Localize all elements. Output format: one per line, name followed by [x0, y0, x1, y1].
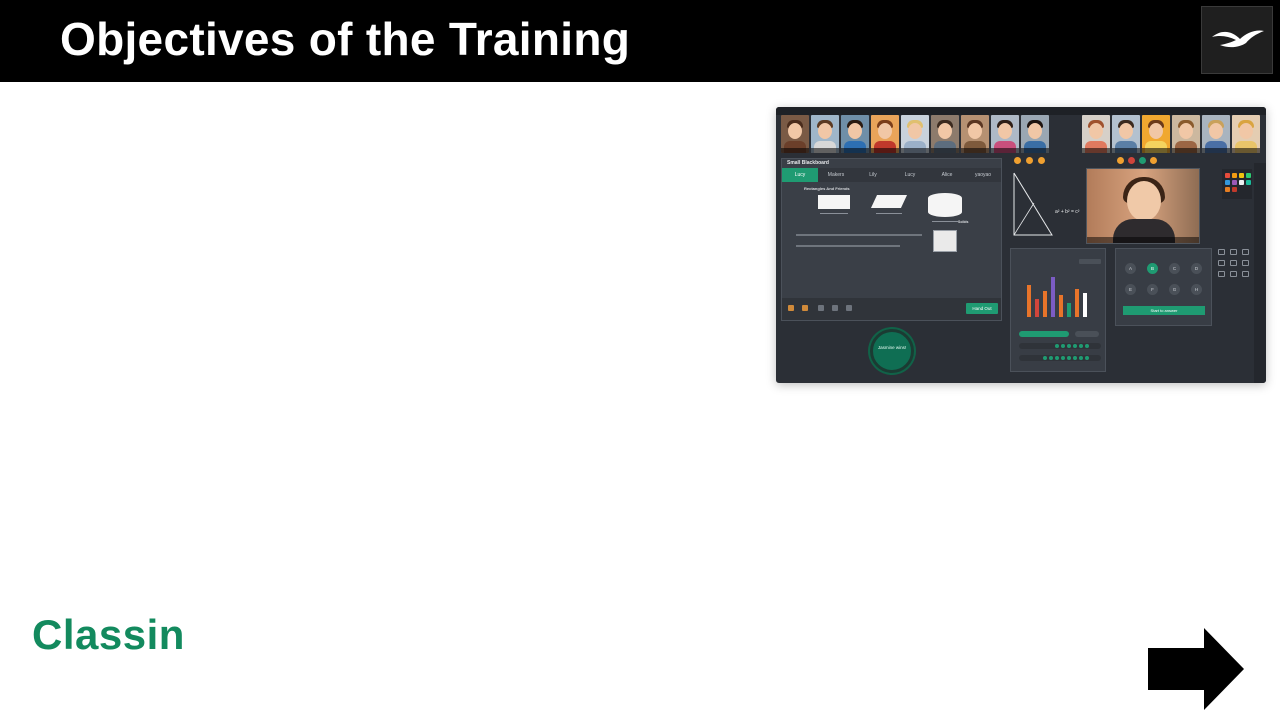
reward-icon[interactable] — [1038, 157, 1045, 164]
tab-lily[interactable]: Lily — [855, 168, 891, 182]
tool-icon[interactable] — [1242, 249, 1249, 255]
chart-bar — [1075, 289, 1079, 317]
option-a[interactable]: A — [1125, 263, 1136, 274]
hand-out-button[interactable]: Hand Out — [966, 303, 998, 314]
option-d[interactable]: D — [1191, 263, 1202, 274]
student-avatar — [871, 115, 899, 153]
cylinder-shape — [928, 193, 962, 217]
option-f[interactable]: F — [1147, 284, 1158, 295]
classroom-screenshot: Small Blackboard Lucy Makers Lily Lucy A… — [776, 107, 1266, 383]
tool-icon[interactable] — [1230, 260, 1237, 266]
chart-bar — [1043, 291, 1047, 317]
cube-shape — [933, 230, 957, 252]
tool-icon[interactable] — [1218, 271, 1225, 277]
right-toolbar — [1254, 163, 1266, 383]
blackboard-toolbar: Hand Out — [782, 298, 1001, 320]
reward-icon[interactable] — [1014, 157, 1021, 164]
small-blackboard-panel: Small Blackboard Lucy Makers Lily Lucy A… — [781, 158, 1002, 321]
tool-icon[interactable] — [1218, 249, 1225, 255]
control-icon[interactable] — [1139, 157, 1146, 164]
details-button[interactable] — [1079, 259, 1101, 264]
student-video — [1086, 168, 1200, 244]
chart-bar — [1035, 299, 1039, 317]
blackboard-canvas: Rectangles And Friends Solids — [782, 183, 1001, 298]
statistics-panel — [1010, 248, 1106, 372]
right-triangle-diagram — [1013, 172, 1053, 236]
window-titlebar — [776, 107, 1266, 115]
marker-tool-icon[interactable] — [802, 305, 808, 311]
pen-tool-icon[interactable] — [788, 305, 794, 311]
student-avatar — [1082, 115, 1110, 153]
tab-lucy-2[interactable]: Lucy — [892, 168, 928, 182]
text-line — [796, 245, 900, 247]
rectangle-shape — [818, 195, 850, 209]
solids-heading: Solids — [958, 220, 969, 224]
control-icon[interactable] — [1117, 157, 1124, 164]
parallelogram-shape — [870, 195, 908, 208]
control-icon[interactable] — [1128, 157, 1135, 164]
tool-icon[interactable] — [1230, 249, 1237, 255]
right-arrow-icon[interactable] — [1146, 628, 1246, 710]
option-c[interactable]: C — [1169, 263, 1180, 274]
trash-icon[interactable] — [846, 305, 852, 311]
tool-grid — [1216, 247, 1252, 283]
student-avatar — [1112, 115, 1140, 153]
progress-pill — [1075, 331, 1099, 337]
tab-yaoyao[interactable]: yaoyao — [965, 168, 1001, 182]
text-line — [796, 234, 922, 236]
option-g[interactable]: G — [1169, 284, 1180, 295]
student-avatar — [1021, 115, 1049, 153]
tool-icon[interactable] — [1218, 260, 1225, 266]
progress-pill — [1019, 331, 1069, 337]
tab-makers[interactable]: Makers — [818, 168, 854, 182]
tool-icon[interactable] — [1242, 260, 1249, 266]
student-avatar — [1142, 115, 1170, 153]
bird-logo-icon — [1201, 6, 1273, 74]
answer-result-circle: Jasmine wins! — [870, 329, 914, 373]
tab-alice[interactable]: Alice — [929, 168, 965, 182]
answer-result-label: Jasmine wins! — [877, 345, 907, 350]
caption-line — [932, 221, 958, 222]
control-icon[interactable] — [1150, 157, 1157, 164]
student-avatar — [1172, 115, 1200, 153]
option-h[interactable]: H — [1191, 284, 1202, 295]
color-palette[interactable] — [1222, 169, 1252, 199]
slide-title: Objectives of the Training — [60, 13, 631, 65]
tool-icon[interactable] — [1242, 271, 1249, 277]
chart-bar — [1051, 277, 1055, 317]
student-avatar — [931, 115, 959, 153]
student-avatar — [1202, 115, 1230, 153]
caption-line — [876, 213, 902, 214]
reward-icon[interactable] — [1026, 157, 1033, 164]
header-bar: Objectives of the Training — [0, 0, 1280, 82]
chart-bar — [1067, 303, 1071, 317]
selector-panel: A B C D E F G H Start to answer — [1115, 248, 1212, 326]
chart-bar — [1059, 295, 1063, 317]
student-avatar — [961, 115, 989, 153]
slide: Objectives of the Training Small Blackbo… — [0, 0, 1280, 720]
classin-logo: Classin — [32, 611, 185, 658]
chart-bar — [1083, 293, 1087, 317]
text-tool-icon[interactable] — [818, 305, 824, 311]
tool-icon[interactable] — [1230, 271, 1237, 277]
student-avatar — [901, 115, 929, 153]
chart-bar — [1027, 285, 1031, 317]
option-b[interactable]: B — [1147, 263, 1158, 274]
student-avatar — [841, 115, 869, 153]
student-avatar — [781, 115, 809, 153]
blackboard-heading: Rectangles And Friends — [804, 186, 850, 191]
answer-bar-chart — [1023, 265, 1101, 317]
blackboard-title: Small Blackboard — [787, 160, 829, 166]
pythagorean-formula: a² + b² = c² — [1055, 209, 1080, 215]
tab-lucy[interactable]: Lucy — [782, 168, 818, 182]
student-avatar — [1232, 115, 1260, 153]
student-avatar — [811, 115, 839, 153]
start-answer-button[interactable]: Start to answer — [1123, 306, 1205, 315]
blackboard-tabs: Lucy Makers Lily Lucy Alice yaoyao — [782, 168, 1001, 182]
eraser-icon[interactable] — [832, 305, 838, 311]
caption-line — [820, 213, 848, 214]
option-e[interactable]: E — [1125, 284, 1136, 295]
student-avatar — [991, 115, 1019, 153]
